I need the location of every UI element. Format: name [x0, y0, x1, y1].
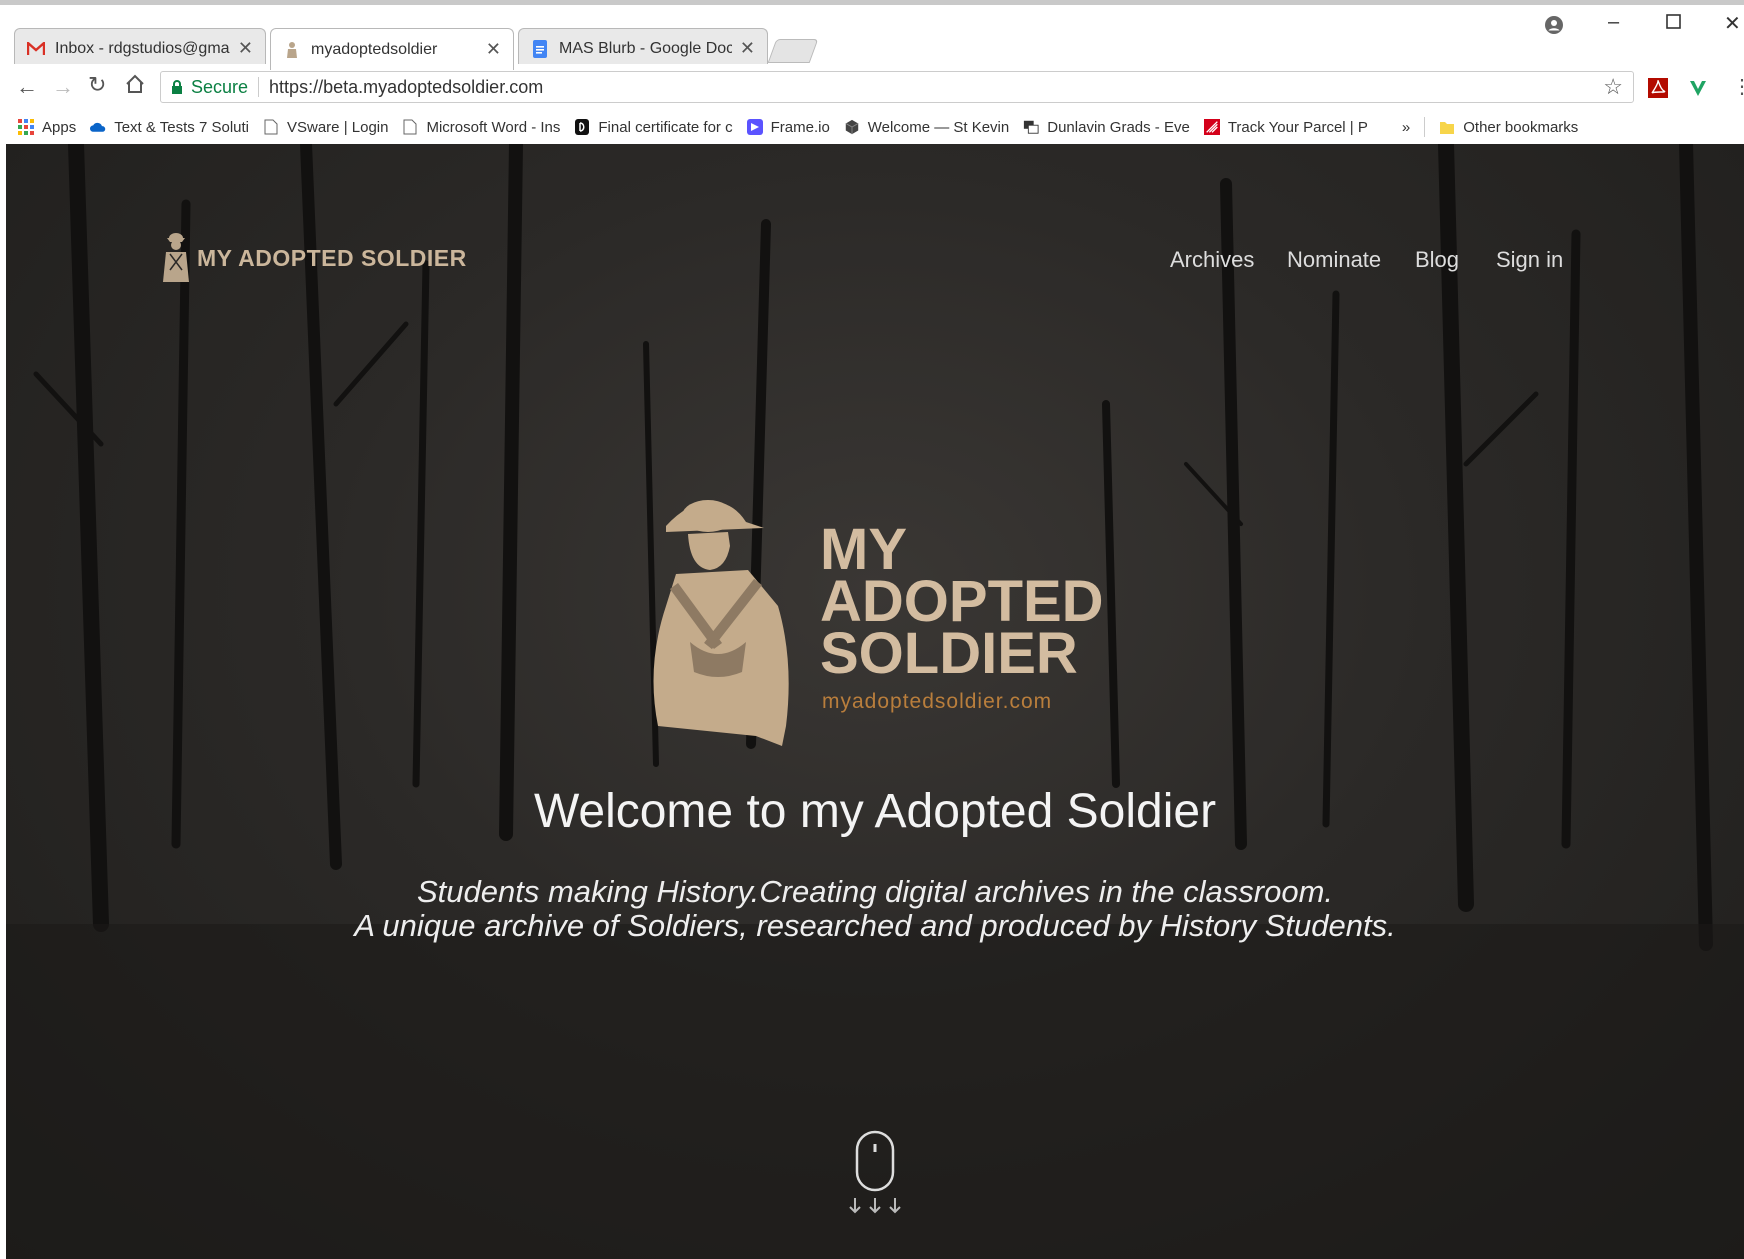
tab-myadoptedsoldier[interactable]: myadoptedsoldier ✕	[270, 28, 514, 70]
profile-icon[interactable]	[1544, 15, 1564, 41]
bookmark-label: Welcome — St Kevin	[867, 118, 1010, 136]
docs-icon	[531, 39, 549, 58]
new-tab-button[interactable]	[767, 39, 819, 63]
minimize-icon[interactable]: –	[1608, 11, 1619, 34]
close-window-icon[interactable]: ✕	[1724, 11, 1741, 36]
apps-grid-icon	[18, 119, 34, 135]
soldier-favicon-icon	[283, 41, 301, 59]
overflow-label: »	[1401, 118, 1411, 136]
bookmark-microsoft-word[interactable]: Microsoft Word - Ins	[402, 119, 560, 136]
folder-icon	[1440, 122, 1455, 134]
lock-icon	[172, 79, 182, 94]
bookmark-text-tests[interactable]: Text & Tests 7 Soluti	[90, 119, 249, 136]
bookmark-vsware[interactable]: VSware | Login	[263, 119, 388, 136]
bookmark-label: Text & Tests 7 Soluti	[114, 118, 249, 136]
welcome-heading: Welcome to my Adopted Soldier	[533, 785, 1217, 838]
tab-label: myadoptedsoldier	[311, 40, 438, 58]
bookmark-label: Microsoft Word - Ins	[426, 118, 561, 136]
reload-icon[interactable]: ↻	[88, 72, 106, 98]
acrobat-extension-icon[interactable]	[1648, 78, 1668, 103]
close-icon[interactable]: ✕	[486, 39, 501, 60]
menu-icon[interactable]: ⋮	[1732, 74, 1744, 99]
other-bookmarks-label: Other bookmarks	[1463, 118, 1579, 136]
nav-archives[interactable]: Archives	[1170, 247, 1254, 273]
hero-logo-line: SOLDIER	[820, 621, 1078, 686]
url-text: https://beta.myadoptedsoldier.com	[269, 76, 544, 97]
window-icon	[1024, 120, 1039, 134]
bookmark-final-certificate[interactable]: Final certificate for c	[574, 118, 733, 136]
bookmark-star-icon[interactable]: ☆	[1603, 74, 1623, 100]
soldier-silhouette-icon	[653, 500, 789, 746]
bookmark-apps[interactable]: Apps	[18, 119, 76, 136]
back-icon[interactable]: ←	[16, 74, 38, 100]
close-icon[interactable]: ✕	[238, 38, 253, 59]
bookmark-label: VSware | Login	[287, 118, 389, 136]
home-icon[interactable]	[124, 73, 146, 101]
bookmark-label: Final certificate for c	[598, 118, 733, 136]
bookmark-label: Apps	[42, 118, 77, 136]
site-logo[interactable]: MY ADOPTED SOLDIER	[161, 230, 467, 286]
tab-label: MAS Blurb - Google Doc	[559, 39, 732, 57]
other-bookmarks-folder[interactable]: Other bookmarks	[1439, 119, 1578, 136]
site-logo-text: MY ADOPTED SOLDIER	[197, 244, 467, 271]
tab-label: Inbox - rdgstudios@gma	[55, 39, 230, 57]
browser-toolbar: ← → ↻ Secure https://beta.myadoptedsoldi…	[0, 64, 1744, 111]
bookmark-dunlavin[interactable]: Dunlavin Grads - Eve	[1023, 119, 1190, 136]
frameio-icon	[746, 119, 763, 135]
address-bar[interactable]: Secure https://beta.myadoptedsoldier.com…	[160, 71, 1634, 103]
cube-icon	[845, 119, 859, 135]
omnibox-divider	[258, 77, 260, 97]
v-extension-icon[interactable]	[1688, 78, 1708, 103]
tab-mas-blurb[interactable]: MAS Blurb - Google Doc ✕	[518, 28, 768, 68]
nav-sign-in[interactable]: Sign in	[1496, 247, 1563, 273]
hero-logo-url: myadoptedsoldier.com	[822, 690, 1053, 713]
page-icon	[264, 119, 278, 135]
tagline-line-2: A unique archive of Soldiers, researched…	[354, 908, 1396, 943]
bookmark-label: Dunlavin Grads - Eve	[1047, 118, 1190, 136]
bookmark-label: Frame.io	[770, 118, 830, 136]
bookmark-label: Track Your Parcel | P	[1227, 118, 1368, 136]
page-icon	[403, 119, 417, 135]
tagline-line-1: Students making History.Creating digital…	[416, 874, 1334, 909]
bookmark-frameio[interactable]: Frame.io	[746, 118, 830, 136]
secure-label: Secure	[191, 76, 249, 97]
tab-bar: Inbox - rdgstudios@gma ✕ myadoptedsoldie…	[0, 5, 1744, 70]
tab-inbox[interactable]: Inbox - rdgstudios@gma ✕	[14, 28, 266, 68]
close-icon[interactable]: ✕	[740, 38, 755, 59]
hero-section: MY ADOPTED SOLDIER Archives Nominate Blo…	[6, 144, 1744, 1259]
bookmark-st-kevin[interactable]: Welcome — St Kevin	[844, 119, 1009, 136]
forward-icon[interactable]: →	[52, 74, 74, 100]
bookmark-track-parcel[interactable]: Track Your Parcel | P	[1203, 118, 1368, 136]
secure-indicator[interactable]: Secure	[171, 77, 248, 98]
parcel-icon	[1203, 119, 1220, 135]
dark-doc-icon	[575, 119, 590, 135]
bookmarks-overflow-button[interactable]: »	[1402, 119, 1410, 136]
gmail-icon	[27, 40, 45, 58]
cloud-icon	[90, 122, 106, 132]
nav-nominate[interactable]: Nominate	[1287, 247, 1381, 273]
bookmarks-divider	[1424, 117, 1426, 137]
nav-blog[interactable]: Blog	[1415, 247, 1459, 273]
hero-logo-wordmark: MY ADOPTED SOLDIER	[820, 521, 1104, 686]
scroll-down-mouse-icon[interactable]	[843, 1130, 907, 1220]
bookmarks-bar: Apps Text & Tests 7 Soluti VSware | Logi…	[0, 110, 1744, 144]
maximize-icon[interactable]	[1666, 13, 1682, 36]
soldier-logo-icon	[163, 233, 189, 282]
